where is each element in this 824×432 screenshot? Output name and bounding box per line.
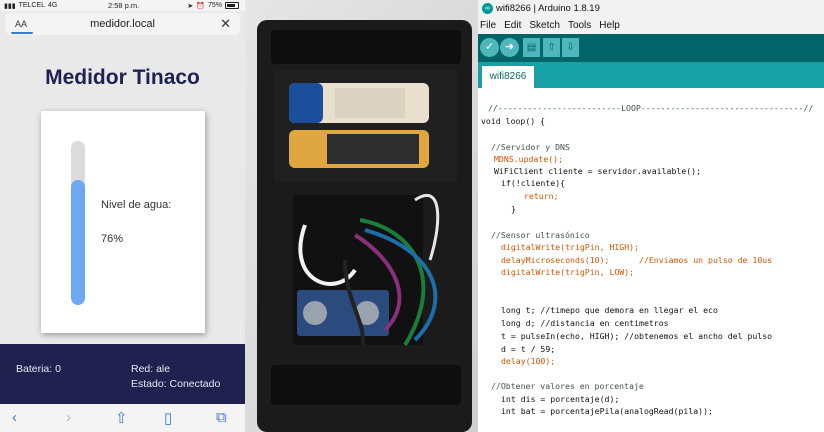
menu-sketch[interactable]: Sketch <box>529 20 560 31</box>
battery-icon <box>225 2 239 9</box>
code-line: //Obtener valores en porcentaje <box>491 381 644 391</box>
close-icon[interactable]: ✕ <box>220 16 231 32</box>
code-line: delayMicroseconds(10); //Enviamos un pul… <box>501 255 773 265</box>
tabs-icon[interactable]: ⧉ <box>216 409 227 426</box>
water-level-gauge <box>71 141 85 305</box>
device-photo-illustration <box>245 0 478 432</box>
new-icon[interactable]: ▤ <box>523 38 540 57</box>
code-line: WiFiClient cliente = servidor.available(… <box>494 166 702 176</box>
bookmarks-icon[interactable]: ▯ <box>164 409 172 427</box>
browser-toolbar: ‹ › ⇧ ▯ ⧉ <box>0 404 245 432</box>
code-line: } <box>511 204 516 214</box>
ide-toolbar: ✓ ➜ ▤ ⇧ ⇩ <box>478 34 824 62</box>
menu-help[interactable]: Help <box>599 20 620 31</box>
window-title: wifi8266 | Arduino 1.8.19 <box>496 3 600 14</box>
tab-bar: wifi8266 <box>478 62 824 88</box>
code-line: long t; //timepo que demora en llegar el… <box>501 305 718 315</box>
verify-icon[interactable]: ✓ <box>480 38 499 57</box>
save-icon[interactable]: ⇩ <box>562 38 579 57</box>
status-footer: Bateria: 0 Red: ale Estado: Conectado <box>0 344 245 404</box>
page-title: Medidor Tinaco <box>45 66 200 89</box>
share-icon[interactable]: ⇧ <box>115 409 128 427</box>
code-line: int dis = porcentaje(d); <box>501 394 620 404</box>
menu-bar: File Edit Sketch Tools Help <box>478 17 824 34</box>
device-photo <box>245 0 478 432</box>
code-line: MDNS.update(); <box>494 154 564 164</box>
code-line: digitalWrite(trigPin, LOW); <box>501 267 635 277</box>
ide-title-bar: ∞ wifi8266 | Arduino 1.8.19 <box>478 0 824 17</box>
code-line: digitalWrite(trigPin, HIGH); <box>501 242 640 252</box>
code-line: delay(100); <box>501 356 556 366</box>
code-line: //Sensor ultrasónico <box>491 230 590 240</box>
code-editor[interactable]: //-------------------------LOOP---------… <box>478 88 824 432</box>
code-line: long d; //distancia en centimetros <box>501 318 669 328</box>
open-icon[interactable]: ⇧ <box>543 38 560 57</box>
tab-wifi8266[interactable]: wifi8266 <box>482 66 534 88</box>
alarm-icon: ⏰ <box>196 2 205 10</box>
water-level-card: Nivel de agua: 76% <box>41 111 205 333</box>
code-line: d = t / 59; <box>501 344 556 354</box>
menu-file[interactable]: File <box>480 20 496 31</box>
signal-icon: ▮▮▮ <box>4 2 16 10</box>
upload-icon[interactable]: ➜ <box>500 38 519 57</box>
network-type: 4G <box>48 2 58 9</box>
back-icon[interactable]: ‹ <box>12 409 17 426</box>
page-load-indicator <box>11 32 33 34</box>
connection-status: Estado: Conectado <box>131 378 221 390</box>
menu-edit[interactable]: Edit <box>504 20 521 31</box>
arduino-ide: ∞ wifi8266 | Arduino 1.8.19 File Edit Sk… <box>478 0 824 432</box>
code-line: return; <box>524 191 559 201</box>
code-line: //Servidor y DNS <box>491 142 570 152</box>
battery-status: Bateria: 0 <box>16 363 61 375</box>
code-line: void loop() { <box>481 116 546 126</box>
carrier-name: TELCEL <box>18 2 46 9</box>
code-line: int bat = porcentajePila(analogRead(pila… <box>501 406 713 416</box>
forward-icon[interactable]: › <box>66 409 71 426</box>
phone-screenshot: ▮▮▮ TELCEL 4G 2:58 p.m. ➤ ⏰ 75% AA medid… <box>0 0 245 432</box>
code-line: t = pulseIn(echo, HIGH); //obtenemos el … <box>501 331 773 341</box>
url-text[interactable]: medidor.local <box>5 18 240 30</box>
status-time: 2:58 p.m. <box>108 1 140 10</box>
battery-percent: 75% <box>207 2 222 9</box>
menu-tools[interactable]: Tools <box>568 20 591 31</box>
water-level-fill <box>71 180 85 305</box>
code-line: //-------------------------LOOP---------… <box>488 103 814 113</box>
level-label: Nivel de agua: <box>101 199 172 211</box>
arduino-logo-icon: ∞ <box>482 3 493 14</box>
address-bar[interactable]: AA medidor.local ✕ <box>5 13 240 35</box>
level-value: 76% <box>101 233 124 245</box>
location-icon: ➤ <box>187 2 194 10</box>
network-status: Red: ale <box>131 363 171 375</box>
code-line: if(!cliente){ <box>501 178 566 188</box>
status-bar: ▮▮▮ TELCEL 4G 2:58 p.m. ➤ ⏰ 75% <box>0 0 245 11</box>
